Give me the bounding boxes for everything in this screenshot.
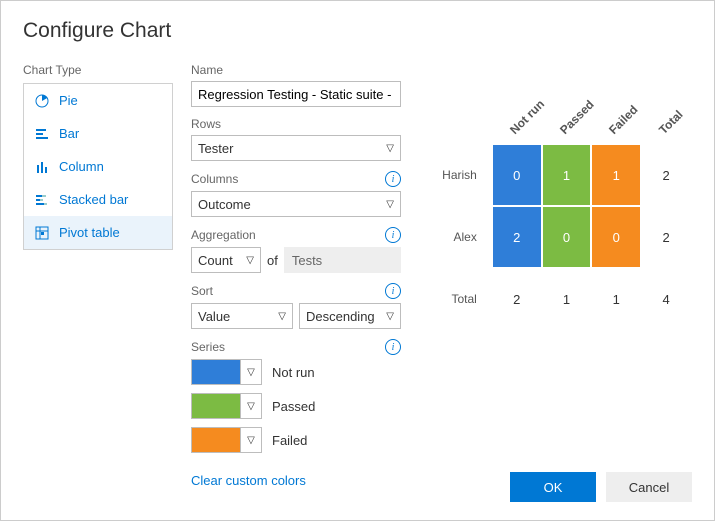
pivot-row-header: Harish [421,145,491,205]
stacked-bar-icon [34,192,49,207]
pivot-col-header: Not run [493,85,541,143]
series-item: ▽ Failed [191,427,401,453]
color-swatch [192,394,240,418]
sort-label: Sort [191,284,213,298]
name-label: Name [191,63,223,77]
columns-select[interactable]: Outcome▽ [191,191,401,217]
aggregation-static: Tests [284,247,401,273]
pivot-col-total: 4 [642,269,690,329]
chart-type-label: Column [59,159,104,174]
ok-button[interactable]: OK [510,472,596,502]
series-color-select[interactable]: ▽ [191,427,262,453]
series-color-select[interactable]: ▽ [191,393,262,419]
chevron-down-icon: ▽ [386,311,394,322]
series-label: Not run [272,365,315,380]
configure-chart-dialog: Configure Chart Chart Type Pie Bar Column S… [0,0,715,521]
pivot-total-label: Total [421,269,491,329]
chevron-down-icon: ▽ [240,360,261,384]
pivot-row-total: 2 [642,207,690,267]
pivot-cell: 1 [592,145,640,205]
pie-icon [34,93,49,108]
chart-type-label: Pie [59,93,78,108]
color-swatch [192,360,240,384]
aggregation-of: of [267,253,278,268]
pivot-col-total: 1 [543,269,591,329]
pivot-col-header: Total [642,85,690,143]
chevron-down-icon: ▽ [278,311,286,322]
dialog-title: Configure Chart [23,19,692,43]
series-label: Passed [272,399,315,414]
chart-type-label: Pivot table [59,225,120,240]
rows-select[interactable]: Tester▽ [191,135,401,161]
pivot-cell: 1 [543,145,591,205]
series-label: Series [191,340,225,354]
pivot-col-header: Passed [543,85,591,143]
series-list: ▽ Not run ▽ Passed ▽ Failed [191,359,401,453]
cancel-button[interactable]: Cancel [606,472,692,502]
name-input[interactable] [191,81,401,107]
bar-icon [34,126,49,141]
chart-type-bar[interactable]: Bar [24,117,172,150]
chart-type-column[interactable]: Column [24,150,172,183]
pivot-row-total: 2 [642,145,690,205]
sort-dir-select[interactable]: Descending▽ [299,303,401,329]
chart-type-label: Chart Type [23,63,173,77]
chart-type-pie[interactable]: Pie [24,84,172,117]
pivot-col-total: 1 [592,269,640,329]
series-item: ▽ Passed [191,393,401,419]
chevron-down-icon: ▽ [240,394,261,418]
aggregation-label: Aggregation [191,228,256,242]
rows-label: Rows [191,117,221,131]
chart-type-stacked-bar[interactable]: Stacked bar [24,183,172,216]
chart-type-pivot-table[interactable]: Pivot table [24,216,172,249]
clear-custom-colors-link[interactable]: Clear custom colors [191,473,401,488]
series-color-select[interactable]: ▽ [191,359,262,385]
color-swatch [192,428,240,452]
pivot-preview: Not runPassedFailedTotalHarish0112Alex20… [419,83,692,331]
info-icon[interactable]: i [385,171,401,187]
chevron-down-icon: ▽ [240,428,261,452]
aggregation-select[interactable]: Count▽ [191,247,261,273]
info-icon[interactable]: i [385,339,401,355]
pivot-table-icon [34,225,49,240]
chart-type-list: Pie Bar Column Stacked bar Pivot table [23,83,173,250]
chevron-down-icon: ▽ [386,199,394,210]
pivot-row-header: Alex [421,207,491,267]
chart-type-label: Stacked bar [59,192,128,207]
columns-label: Columns [191,172,238,186]
pivot-cell: 2 [493,207,541,267]
chart-type-label: Bar [59,126,79,141]
pivot-cell: 0 [493,145,541,205]
pivot-cell: 0 [592,207,640,267]
info-icon[interactable]: i [385,227,401,243]
series-item: ▽ Not run [191,359,401,385]
chevron-down-icon: ▽ [246,255,254,266]
series-label: Failed [272,433,307,448]
sort-by-select[interactable]: Value▽ [191,303,293,329]
pivot-col-total: 2 [493,269,541,329]
dialog-footer: OK Cancel [510,472,692,502]
pivot-cell: 0 [543,207,591,267]
column-icon [34,159,49,174]
pivot-col-header: Failed [592,85,640,143]
info-icon[interactable]: i [385,283,401,299]
chevron-down-icon: ▽ [386,143,394,154]
